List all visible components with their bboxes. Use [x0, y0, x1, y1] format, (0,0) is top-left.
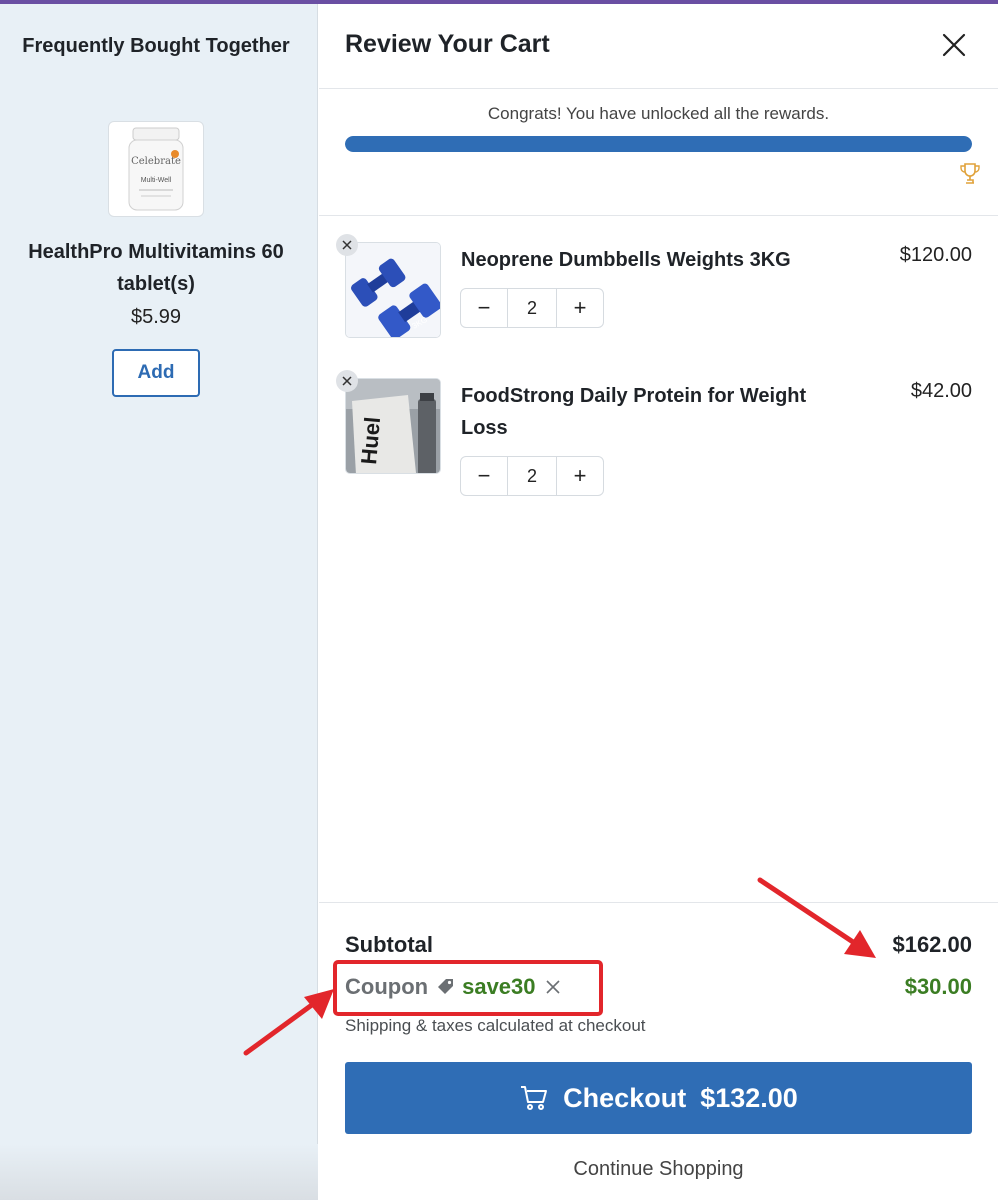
close-icon[interactable] [939, 30, 969, 60]
cart-drawer: Review Your Cart Congrats! You have unlo… [319, 4, 998, 1200]
tag-icon [438, 979, 454, 994]
coupon-label: Coupon [345, 974, 429, 999]
discount-value: $30.00 [904, 974, 972, 999]
shipping-note: Shipping & taxes calculated at checkout [345, 1016, 646, 1035]
rewards-divider [319, 215, 998, 216]
annotation-arrow-icon [243, 989, 334, 1056]
cart-item-name[interactable]: FoodStrong Daily Protein for Weight Loss [461, 380, 841, 444]
protein-pouch-image[interactable]: Huel [345, 378, 441, 474]
recommended-product-price: $5.99 [130, 306, 182, 328]
blue-dumbbells-image[interactable]: 3KG [345, 242, 441, 338]
cart-title: Review Your Cart [345, 30, 550, 58]
quantity-stepper: − 2 + [460, 456, 604, 496]
checkout-total: $132.00 [700, 1082, 798, 1113]
frequently-bought-title: Frequently Bought Together [22, 35, 290, 57]
subtotal-label: Subtotal [345, 932, 433, 957]
increase-quantity-button[interactable]: + [557, 457, 603, 495]
checkout-label: Checkout [563, 1082, 687, 1113]
subtotal-value: $162.00 [892, 932, 972, 957]
continue-shopping-link[interactable]: Continue Shopping [319, 1158, 998, 1181]
summary-divider [319, 902, 998, 903]
add-recommended-button[interactable]: Add [112, 349, 200, 397]
remove-item-icon[interactable] [336, 370, 358, 392]
cart-item-price: $120.00 [899, 244, 972, 266]
decrease-quantity-button[interactable]: − [461, 289, 507, 327]
header-divider [319, 88, 998, 89]
svg-text:Huel: Huel [356, 416, 385, 466]
vitamin-bottle-image[interactable]: Celebrate Multi-Well [108, 121, 204, 217]
trophy-icon [960, 163, 980, 184]
rewards-message: Congrats! You have unlocked all the rewa… [487, 104, 830, 123]
increase-quantity-button[interactable]: + [557, 289, 603, 327]
quantity-value[interactable]: 2 [507, 457, 557, 495]
svg-text:Multi-Well: Multi-Well [141, 177, 172, 184]
annotation-arrow-icon [757, 877, 876, 958]
remove-item-icon[interactable] [336, 234, 358, 256]
cart-icon [521, 1086, 548, 1110]
recommended-product-name[interactable]: HealthPro Multivitamins 60 tablet(s) [10, 236, 302, 300]
decrease-quantity-button[interactable]: − [461, 457, 507, 495]
quantity-value[interactable]: 2 [507, 289, 557, 327]
rewards-progress-fill [345, 136, 972, 152]
cart-item-name[interactable]: Neoprene Dumbbells Weights 3KG [461, 244, 841, 276]
coupon-row: Coupon save30 [345, 974, 562, 1000]
left-panel-footer-shade [0, 1144, 318, 1200]
cart-item-price: $42.00 [910, 380, 972, 402]
checkout-button[interactable]: Checkout $132.00 [345, 1062, 972, 1134]
remove-coupon-icon[interactable] [544, 978, 562, 996]
quantity-stepper: − 2 + [460, 288, 604, 328]
coupon-code: save30 [462, 974, 536, 999]
rewards-progress-bar [345, 136, 972, 152]
